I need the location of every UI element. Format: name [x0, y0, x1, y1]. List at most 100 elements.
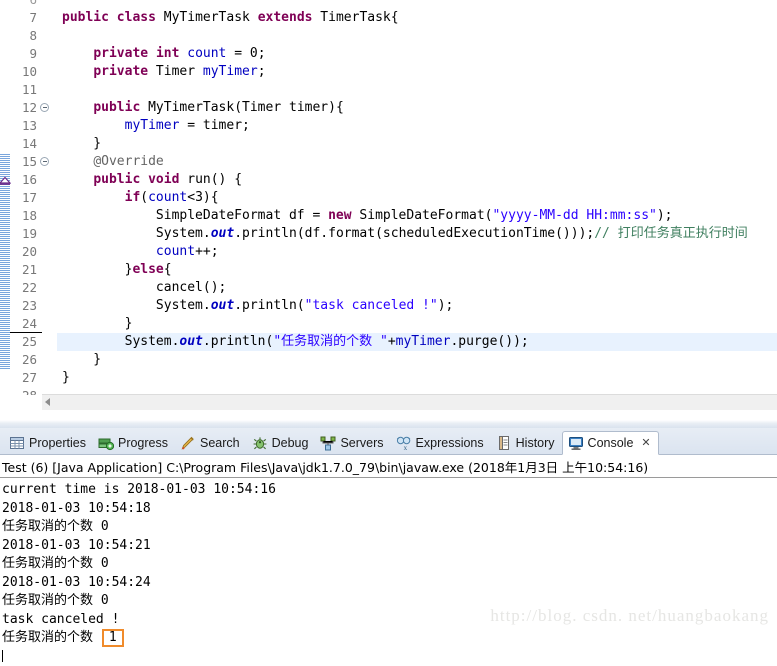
code-text[interactable]: }	[57, 369, 777, 387]
tab-label: Expressions	[416, 436, 484, 450]
code-line-15[interactable]: 15 @Override	[0, 153, 777, 171]
fold-column	[40, 369, 52, 387]
code-line-22[interactable]: 22 cancel();	[0, 279, 777, 297]
code-lines-container[interactable]: 67public class MyTimerTask extends Timer…	[0, 0, 777, 405]
code-line-8[interactable]: 8	[0, 27, 777, 45]
view-tab-bar[interactable]: Properties Progress SearchDebugServersxExp…	[0, 428, 777, 455]
fold-column	[40, 189, 52, 207]
token-pln: <3){	[187, 190, 218, 205]
code-text[interactable]: System.out.println(df.format(scheduledEx…	[57, 225, 777, 243]
code-line-26[interactable]: 26 }	[0, 351, 777, 369]
code-text[interactable]: if(count<3){	[57, 189, 777, 207]
code-line-10[interactable]: 10 private Timer myTimer;	[0, 63, 777, 81]
editor-horizontal-scrollbar[interactable]	[42, 394, 777, 410]
fold-column	[40, 0, 52, 9]
code-text[interactable]: }	[57, 135, 777, 153]
editor-console-divider[interactable]	[0, 420, 777, 428]
highlighted-value: 1	[102, 629, 124, 647]
marker-column	[0, 9, 10, 27]
tab-properties[interactable]: Properties	[4, 432, 93, 454]
fold-collapse-icon[interactable]	[40, 99, 52, 117]
token-pln: System.	[62, 334, 179, 349]
token-pln: }	[62, 370, 70, 385]
token-pln	[62, 100, 93, 115]
close-icon[interactable]: ✕	[641, 438, 650, 449]
code-line-24[interactable]: 24 }	[0, 315, 777, 333]
code-line-11[interactable]: 11	[0, 81, 777, 99]
code-line-18[interactable]: 18 SimpleDateFormat df = new SimpleDateF…	[0, 207, 777, 225]
code-text[interactable]: public MyTimerTask(Timer timer){	[57, 99, 777, 117]
code-line-23[interactable]: 23 System.out.println("task canceled !")…	[0, 297, 777, 315]
token-sfld: out	[211, 298, 234, 313]
scroll-left-arrow-icon[interactable]	[45, 398, 50, 406]
tab-history[interactable]: History	[491, 432, 562, 454]
token-pln	[62, 244, 156, 259]
fold-column	[40, 117, 52, 135]
tab-label: Progress	[118, 436, 168, 450]
marker-column	[0, 27, 10, 45]
code-text[interactable]: @Override	[57, 153, 777, 171]
code-text[interactable]: }	[57, 351, 777, 369]
code-text[interactable]: System.out.println("task canceled !");	[57, 297, 777, 315]
line-number: 23	[10, 297, 40, 315]
code-line-9[interactable]: 9 private int count = 0;	[0, 45, 777, 63]
code-text[interactable]: System.out.println("任务取消的个数 "+myTimer.pu…	[57, 333, 777, 351]
code-text[interactable]: myTimer = timer;	[57, 117, 777, 135]
token-pln: }	[62, 352, 101, 367]
line-number: 27	[10, 369, 40, 387]
code-line-25[interactable]: 25 System.out.println("任务取消的个数 "+myTimer…	[0, 333, 777, 351]
code-line-19[interactable]: 19 System.out.println(df.format(schedule…	[0, 225, 777, 243]
fold-minus-icon[interactable]	[40, 157, 49, 166]
changed-line-marker	[0, 153, 10, 171]
token-ann: @Override	[93, 154, 163, 169]
tab-debug[interactable]: Debug	[247, 432, 316, 454]
code-text[interactable]: private Timer myTimer;	[57, 63, 777, 81]
code-line-17[interactable]: 17 if(count<3){	[0, 189, 777, 207]
token-str: "任务取消的个数 "	[273, 334, 387, 349]
changed-line-marker	[0, 333, 10, 351]
code-text[interactable]: public class MyTimerTask extends TimerTa…	[57, 9, 777, 27]
code-line-16[interactable]: 16 public void run() {	[0, 171, 777, 189]
code-text[interactable]: }else{	[57, 261, 777, 279]
java-editor[interactable]: 67public class MyTimerTask extends Timer…	[0, 0, 777, 420]
token-fld: myTimer	[396, 334, 451, 349]
tab-expressions[interactable]: xExpressions	[391, 432, 491, 454]
token-pln	[62, 154, 93, 169]
code-line-27[interactable]: 27}	[0, 369, 777, 387]
fold-collapse-icon[interactable]	[40, 153, 52, 171]
token-kw: public	[93, 172, 140, 187]
code-text[interactable]: public void run() {	[57, 171, 777, 189]
code-text[interactable]: cancel();	[57, 279, 777, 297]
console-line: 任务取消的个数 0	[2, 592, 777, 611]
console-caret-line[interactable]	[2, 648, 777, 666]
console-output[interactable]: current time is 2018-01-03 10:54:162018-…	[0, 478, 777, 666]
console-line: 任务取消的个数 0	[2, 555, 777, 574]
tab-search[interactable]: Search	[175, 432, 247, 454]
code-text[interactable]: private int count = 0;	[57, 45, 777, 63]
code-text[interactable]: SimpleDateFormat df = new SimpleDateForm…	[57, 207, 777, 225]
code-text[interactable]: count++;	[57, 243, 777, 261]
token-pln: (	[140, 190, 148, 205]
code-line-14[interactable]: 14 }	[0, 135, 777, 153]
code-text[interactable]: }	[57, 315, 777, 333]
code-line-6[interactable]: 6	[0, 0, 777, 9]
code-line-7[interactable]: 7public class MyTimerTask extends TimerT…	[0, 9, 777, 27]
fold-column	[40, 333, 52, 351]
console-line: task canceled !	[2, 611, 777, 630]
tab-console[interactable]: Console✕	[562, 431, 659, 455]
console-line: 2018-01-03 10:54:21	[2, 537, 777, 556]
code-line-12[interactable]: 12 public MyTimerTask(Timer timer){	[0, 99, 777, 117]
fold-minus-icon[interactable]	[40, 103, 49, 112]
tab-progress[interactable]: Progress	[93, 432, 175, 454]
tab-servers[interactable]: Servers	[315, 432, 390, 454]
console-launch-header: Test (6) [Java Application] C:\Program F…	[0, 455, 777, 478]
token-pln: run() {	[179, 172, 242, 187]
code-line-13[interactable]: 13 myTimer = timer;	[0, 117, 777, 135]
code-line-21[interactable]: 21 }else{	[0, 261, 777, 279]
console-line-text: 任务取消的个数 0	[2, 556, 109, 571]
history-icon	[496, 435, 512, 451]
token-kw: extends	[258, 10, 313, 25]
code-line-20[interactable]: 20 count++;	[0, 243, 777, 261]
line-number: 9	[10, 45, 40, 63]
fold-column	[40, 63, 52, 81]
